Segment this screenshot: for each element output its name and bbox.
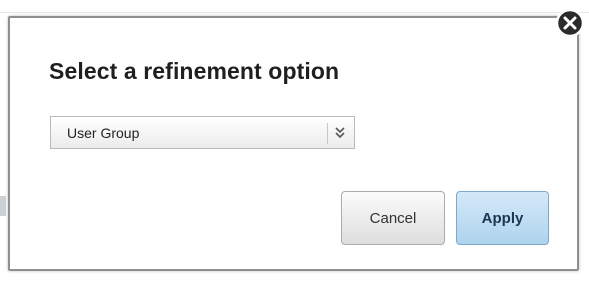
background-edge xyxy=(0,196,6,216)
background-divider xyxy=(0,12,589,13)
apply-button[interactable]: Apply xyxy=(456,191,549,245)
select-value: User Group xyxy=(67,125,140,141)
page: Select a refinement option User Group Ca… xyxy=(0,0,589,281)
dialog-title: Select a refinement option xyxy=(49,58,340,84)
refinement-select[interactable]: User Group xyxy=(50,116,355,149)
select-divider xyxy=(327,123,328,144)
close-button[interactable] xyxy=(555,8,585,38)
close-icon xyxy=(555,8,585,42)
double-chevron-down-icon xyxy=(334,123,346,143)
refinement-dialog: Select a refinement option User Group Ca… xyxy=(8,16,579,271)
cancel-button[interactable]: Cancel xyxy=(341,191,445,245)
